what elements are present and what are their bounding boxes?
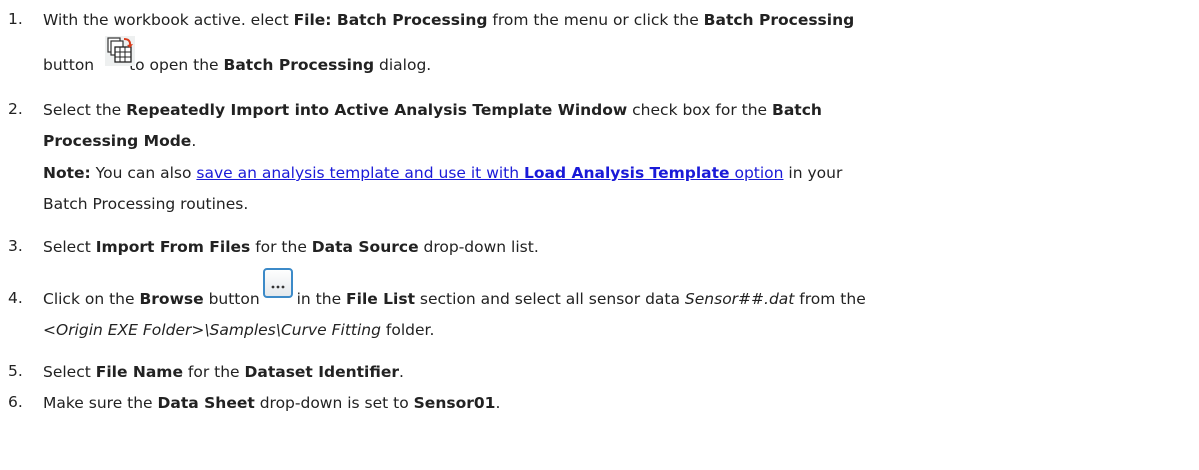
batch-processing-icon	[105, 36, 135, 66]
step-1-number: 1.	[8, 10, 23, 28]
step-4-line-1: Click on the Browse button in the File L…	[43, 290, 866, 308]
step-5-line-1: Select File Name for the Dataset Identif…	[43, 363, 404, 381]
step-3-number: 3.	[8, 237, 23, 255]
step-2-note-line-2: Batch Processing routines.	[43, 195, 249, 213]
step-4-number: 4.	[8, 289, 23, 307]
step-6-line-1: Make sure the Data Sheet drop-down is se…	[43, 394, 501, 412]
step-6-number: 6.	[8, 393, 23, 411]
step-1-line-2: button to open the Batch Processing dial…	[43, 56, 432, 74]
step-4-line-2: <Origin EXE Folder>\Samples\Curve Fittin…	[43, 321, 435, 339]
step-2-line-1: Select the Repeatedly Import into Active…	[43, 101, 822, 119]
step-5-number: 5.	[8, 362, 23, 380]
step-2-line-2: Processing Mode.	[43, 132, 197, 150]
step-3-line-1: Select Import From Files for the Data So…	[43, 238, 539, 256]
step-2-number: 2.	[8, 100, 23, 118]
load-analysis-template-link[interactable]: save an analysis template and use it wit…	[196, 164, 783, 182]
step-1-line-1: With the workbook active. elect File: Ba…	[43, 11, 855, 29]
step-2-note-line-1: Note: You can also save an analysis temp…	[43, 164, 843, 182]
browse-icon	[263, 268, 293, 298]
